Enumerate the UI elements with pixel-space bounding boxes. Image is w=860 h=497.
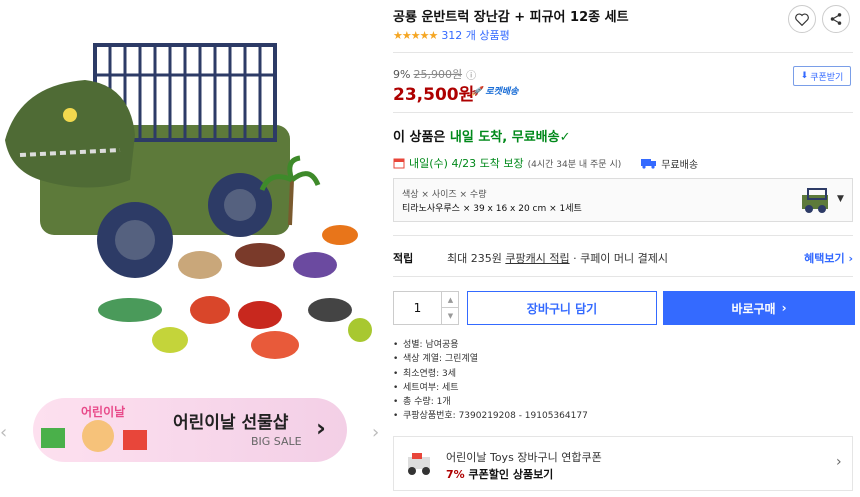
option-thumbnail xyxy=(802,188,828,213)
share-button[interactable] xyxy=(822,5,850,33)
arrival-date: 내일(수) 4/23 도착 보장 xyxy=(409,157,524,170)
attribute-item: • 쿠팡상품번호: 7390219208 - 19105364177 xyxy=(393,409,588,423)
promo-subtitle: 7% 쿠폰할인 상품보기 xyxy=(446,466,553,482)
points-label: 적립 xyxy=(393,252,414,265)
sale-price: 23,500원 xyxy=(393,85,475,105)
divider xyxy=(393,112,853,113)
download-icon: ⬇ xyxy=(800,71,809,81)
attribute-item: • 최소연령: 3세 xyxy=(393,367,588,381)
promo-text: 쿠폰할인 상품보기 xyxy=(464,468,554,481)
divider xyxy=(393,52,853,53)
caret-down-icon: ▼ xyxy=(837,194,844,204)
banner-subtitle: BIG SALE xyxy=(251,435,302,448)
attribute-text: 최소연령: 3세 xyxy=(403,368,457,379)
chevron-right-icon: › xyxy=(848,252,853,265)
attribute-item: • 성별: 남여공용 xyxy=(393,338,588,352)
product-title: 공룡 운반트럭 장난감 + 피규어 12종 세트 xyxy=(393,10,629,25)
truck-icon xyxy=(641,158,657,169)
product-image xyxy=(5,43,372,359)
attribute-text: 총 수량: 1개 xyxy=(403,397,451,408)
star-rating-icon: ★★★★★ xyxy=(393,28,438,42)
banner-title: 어린이날 선물샵 xyxy=(173,413,289,433)
calendar-icon xyxy=(393,158,405,169)
prev-image-arrow[interactable]: ‹ xyxy=(0,422,7,443)
points-text-b: · 쿠페이 머니 결제시 xyxy=(569,252,669,265)
attribute-item: • 색상 계열: 그린계열 xyxy=(393,352,588,366)
attribute-text: 색상 계열: 그린계열 xyxy=(403,354,478,365)
coupon-label: 쿠폰받기 xyxy=(810,72,844,83)
divider xyxy=(393,276,853,277)
next-image-arrow[interactable]: › xyxy=(372,422,379,443)
chevron-right-icon: › xyxy=(316,414,326,442)
quantity-stepper[interactable]: 1 ▲ ▼ xyxy=(393,291,459,325)
attribute-text: 세트여부: 세트 xyxy=(403,382,459,393)
review-count[interactable]: 312 개 상품평 xyxy=(441,27,509,43)
points-text-a: 최대 235원 xyxy=(447,252,506,265)
discount-rate: 9% xyxy=(393,67,411,81)
cart-coupon-promo[interactable]: 어린이날 Toys 장바구니 연합쿠폰 7% 쿠폰할인 상품보기 › xyxy=(393,436,853,491)
buy-now-button[interactable]: 바로구매 › xyxy=(663,291,855,325)
option-selector[interactable]: 색상 × 사이즈 × 수량 티라노사우루스 × 39 x 16 x 20 cm … xyxy=(393,178,853,222)
option-value: 티라노사우루스 × 39 x 16 x 20 cm × 1세트 xyxy=(402,204,582,214)
arrival-prefix: 이 상품은 xyxy=(393,130,450,145)
benefits-label: 혜택보기 xyxy=(804,252,845,265)
arrival-row: 내일(수) 4/23 도착 보장 (4시간 34분 내 주문 시) 무료배송 xyxy=(393,155,698,171)
increment-button[interactable]: ▲ xyxy=(441,292,459,308)
option-label: 색상 × 사이즈 × 수량 xyxy=(402,190,487,200)
coupang-cash-link[interactable]: 쿠팡캐시 적립 xyxy=(505,252,569,265)
product-info: 공룡 운반트럭 장난감 + 피규어 12종 세트 ★★★★★ 312 개 상품평… xyxy=(393,0,860,497)
add-to-cart-button[interactable]: 장바구니 담기 xyxy=(467,291,657,325)
attribute-item: • 세트여부: 세트 xyxy=(393,381,588,395)
attribute-text: 쿠팡상품번호: 7390219208 - 19105364177 xyxy=(403,411,588,422)
buy-now-label: 바로구매 xyxy=(731,301,776,316)
promo-title: 어린이날 Toys 장바구니 연합쿠폰 xyxy=(446,451,602,464)
points-text: 최대 235원 쿠팡캐시 적립 · 쿠페이 머니 결제시 xyxy=(447,250,668,266)
product-gallery: ‹ › 어린이날 어린이날 선물샵 BIG SALE › xyxy=(0,0,385,497)
free-shipping: 무료배송 xyxy=(641,156,698,171)
attribute-item: • 총 수량: 1개 xyxy=(393,395,588,409)
order-cutoff: (4시간 34분 내 주문 시) xyxy=(527,159,622,170)
promo-thumbnail xyxy=(408,453,430,475)
svg-text:어린이날: 어린이날 xyxy=(81,404,125,419)
rating-row[interactable]: ★★★★★ 312 개 상품평 xyxy=(393,27,510,43)
chevron-right-icon: › xyxy=(781,301,787,315)
rocket-delivery-badge: 🚀 로켓배송 xyxy=(471,87,519,97)
attribute-text: 성별: 남여공용 xyxy=(403,340,459,350)
banner-logo: 어린이날 xyxy=(41,404,147,452)
product-attributes: • 성별: 남여공용 • 색상 계열: 그린계열 • 최소연령: 3세 • 세트여부: … xyxy=(393,338,588,424)
decrement-button[interactable]: ▼ xyxy=(441,308,459,324)
check-icon: ✓ xyxy=(559,130,571,145)
coupon-button[interactable]: ⬇ 쿠폰받기 xyxy=(793,66,851,86)
arrival-highlight: 내일 도착, 무료배송 xyxy=(449,130,560,145)
benefits-link[interactable]: 혜택보기 › xyxy=(804,250,853,266)
promo-rate: 7% xyxy=(446,468,465,481)
quantity-value[interactable]: 1 xyxy=(394,292,441,324)
chevron-right-icon: › xyxy=(836,454,842,470)
wishlist-button[interactable] xyxy=(788,5,816,33)
childrens-day-banner[interactable]: 어린이날 어린이날 선물샵 BIG SALE › xyxy=(33,398,347,462)
arrival-message: 이 상품은 내일 도착, 무료배송✓ xyxy=(393,126,570,145)
points-row: 적립 최대 235원 쿠팡캐시 적립 · 쿠페이 머니 결제시 혜택보기 › xyxy=(393,250,853,266)
heart-icon xyxy=(795,13,809,26)
free-shipping-label: 무료배송 xyxy=(661,159,699,171)
rocket-label: 로켓배송 xyxy=(485,87,519,97)
divider xyxy=(393,235,853,236)
share-icon xyxy=(830,13,842,25)
